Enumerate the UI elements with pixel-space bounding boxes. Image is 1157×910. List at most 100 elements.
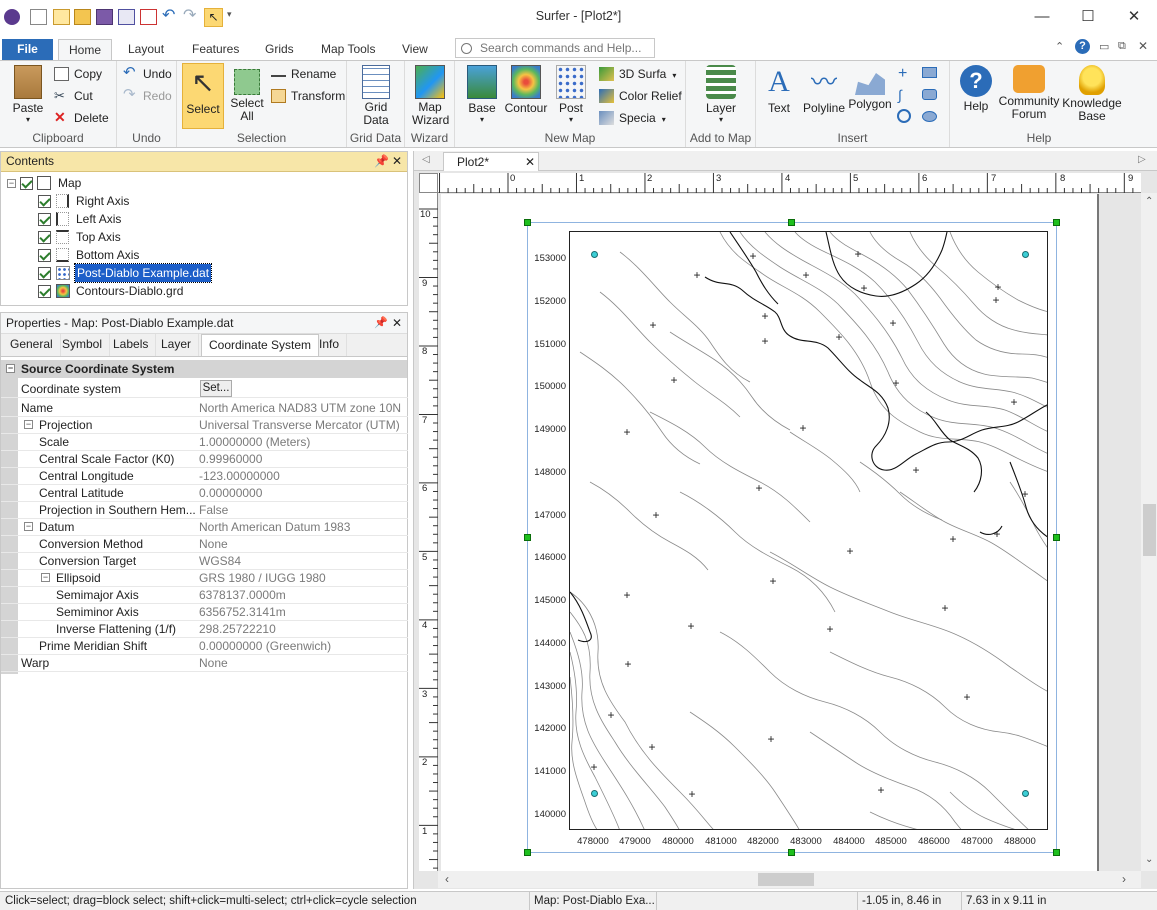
post-point[interactable]: + (962, 691, 972, 703)
post-point[interactable]: + (651, 509, 661, 521)
checkbox-contour-layer[interactable] (38, 285, 51, 298)
checkbox-map[interactable] (20, 177, 33, 190)
post-point[interactable]: + (687, 788, 697, 800)
copy-button[interactable]: Copy (52, 65, 102, 85)
checkbox-left-axis[interactable] (38, 213, 51, 226)
selection-handle[interactable] (524, 219, 531, 226)
selection-handle[interactable] (1053, 849, 1060, 856)
tab-scroll-right-icon[interactable]: ▷ (1138, 154, 1146, 165)
tab-home[interactable]: Home (58, 39, 113, 60)
collapse-ribbon-icon[interactable]: ⌃ (1055, 40, 1064, 53)
post-point[interactable]: + (669, 374, 679, 386)
tree-item-right-axis[interactable]: Right Axis (76, 192, 129, 210)
color-relief-button[interactable]: Color Relief (597, 87, 682, 107)
post-point[interactable]: + (768, 575, 778, 587)
base-map-button[interactable]: Base ▾ (463, 63, 501, 124)
post-point[interactable]: + (692, 269, 702, 281)
undo-button[interactable]: ↶ Undo (121, 65, 172, 85)
scroll-down-icon[interactable]: ⌄ (1145, 854, 1153, 865)
post-point[interactable]: + (798, 422, 808, 434)
post-point[interactable]: + (888, 317, 898, 329)
post-point[interactable]: + (948, 533, 958, 545)
3d-surface-button[interactable]: 3D Surfa ▾ (597, 65, 676, 85)
doc-minimize-icon[interactable]: ▭ (1099, 40, 1109, 53)
post-point[interactable]: + (853, 248, 863, 260)
paste-button[interactable]: Paste ▾ (6, 63, 50, 124)
scroll-right-icon[interactable]: › (1122, 872, 1126, 886)
doc-close-icon[interactable]: ✕ (1138, 39, 1148, 53)
tree-item-contour-layer[interactable]: Contours-Diablo.grd (76, 282, 183, 300)
minimize-button[interactable]: — (1019, 0, 1065, 32)
doc-tab-plot2[interactable]: Plot2* ✕ (443, 152, 539, 171)
cut-button[interactable]: ✂ Cut (52, 87, 93, 107)
post-point[interactable]: + (766, 733, 776, 745)
post-point[interactable]: + (648, 319, 658, 331)
knowledge-base-button[interactable]: Knowledge Base (1060, 63, 1124, 123)
tab-scroll-left-icon[interactable]: ◁ (422, 154, 430, 165)
doc-tab-close-icon[interactable]: ✕ (525, 153, 535, 171)
help-icon[interactable]: ? (1075, 39, 1090, 54)
vertical-scrollbar[interactable]: ⌃ ⌄ (1141, 193, 1157, 871)
selection-handle[interactable] (524, 849, 531, 856)
section-collapse-icon[interactable]: − (6, 364, 15, 373)
redo-button[interactable]: ↷ Redo (121, 87, 172, 107)
checkbox-right-axis[interactable] (38, 195, 51, 208)
specialty-button[interactable]: Specia ▾ (597, 109, 666, 129)
post-point[interactable]: + (606, 709, 616, 721)
ellipsoid-collapse-icon[interactable]: − (41, 573, 50, 582)
post-point[interactable]: + (623, 658, 633, 670)
ellipse-shape-icon[interactable] (922, 111, 937, 122)
post-point[interactable]: + (754, 482, 764, 494)
tab-map-tools[interactable]: Map Tools (311, 39, 385, 60)
post-point[interactable]: + (622, 426, 632, 438)
post-point[interactable]: + (834, 331, 844, 343)
properties-pin-icon[interactable]: 📌 (374, 316, 388, 329)
post-point[interactable]: + (748, 250, 758, 262)
post-point[interactable]: + (992, 528, 1002, 540)
scroll-up-icon[interactable]: ⌃ (1145, 196, 1153, 207)
transform-button[interactable]: Transform (269, 87, 345, 107)
tree-item-post-layer[interactable]: Post-Diablo Example.dat (73, 263, 213, 283)
rename-button[interactable]: Rename (269, 65, 336, 85)
tab-layer[interactable]: Layer (154, 334, 200, 356)
polyline-button[interactable]: 〰 Polyline (802, 63, 846, 115)
tab-features[interactable]: Features (182, 39, 249, 60)
post-point-circle[interactable] (1022, 790, 1029, 797)
properties-close-icon[interactable]: ✕ (392, 316, 402, 330)
tab-coordinate-system[interactable]: Coordinate System (201, 334, 320, 356)
tab-labels[interactable]: Labels (106, 334, 157, 356)
layer-button[interactable]: Layer ▾ (700, 63, 742, 124)
post-point[interactable]: + (760, 310, 770, 322)
post-point[interactable]: + (891, 377, 901, 389)
projection-collapse-icon[interactable]: − (24, 420, 33, 429)
selection-handle[interactable] (788, 219, 795, 226)
grid-data-button[interactable]: Grid Data (353, 63, 399, 127)
select-all-button[interactable]: Select All (227, 63, 267, 123)
rectangle-icon[interactable] (922, 67, 937, 78)
tab-info[interactable]: Info (312, 334, 348, 356)
vertical-scroll-thumb[interactable] (1143, 504, 1156, 556)
tree-item-left-axis[interactable]: Left Axis (76, 210, 121, 228)
post-point[interactable]: + (911, 464, 921, 476)
post-point-circle[interactable] (1022, 251, 1029, 258)
select-button[interactable]: ↖ Select (182, 63, 224, 129)
polygon-button[interactable]: Polygon (848, 63, 892, 111)
doc-restore-icon[interactable]: ⧉ (1118, 40, 1126, 53)
rounded-rect-icon[interactable] (922, 89, 937, 100)
post-point[interactable]: + (845, 545, 855, 557)
selection-handle[interactable] (1053, 219, 1060, 226)
delete-button[interactable]: ✕ Delete (52, 109, 109, 129)
checkbox-bottom-axis[interactable] (38, 249, 51, 262)
selection-handle[interactable] (1053, 534, 1060, 541)
tab-general[interactable]: General (3, 334, 61, 356)
checkbox-top-axis[interactable] (38, 231, 51, 244)
post-map-button[interactable]: Post ▾ (553, 63, 589, 124)
tree-item-top-axis[interactable]: Top Axis (76, 228, 121, 246)
set-coordinate-system-button[interactable]: Set... (200, 380, 232, 397)
post-point[interactable]: + (993, 281, 1003, 293)
post-point[interactable]: + (622, 589, 632, 601)
ellipse-icon[interactable] (897, 109, 911, 123)
tab-grids[interactable]: Grids (255, 39, 304, 60)
text-button[interactable]: A Text (762, 63, 796, 115)
post-point-circle[interactable] (591, 790, 598, 797)
